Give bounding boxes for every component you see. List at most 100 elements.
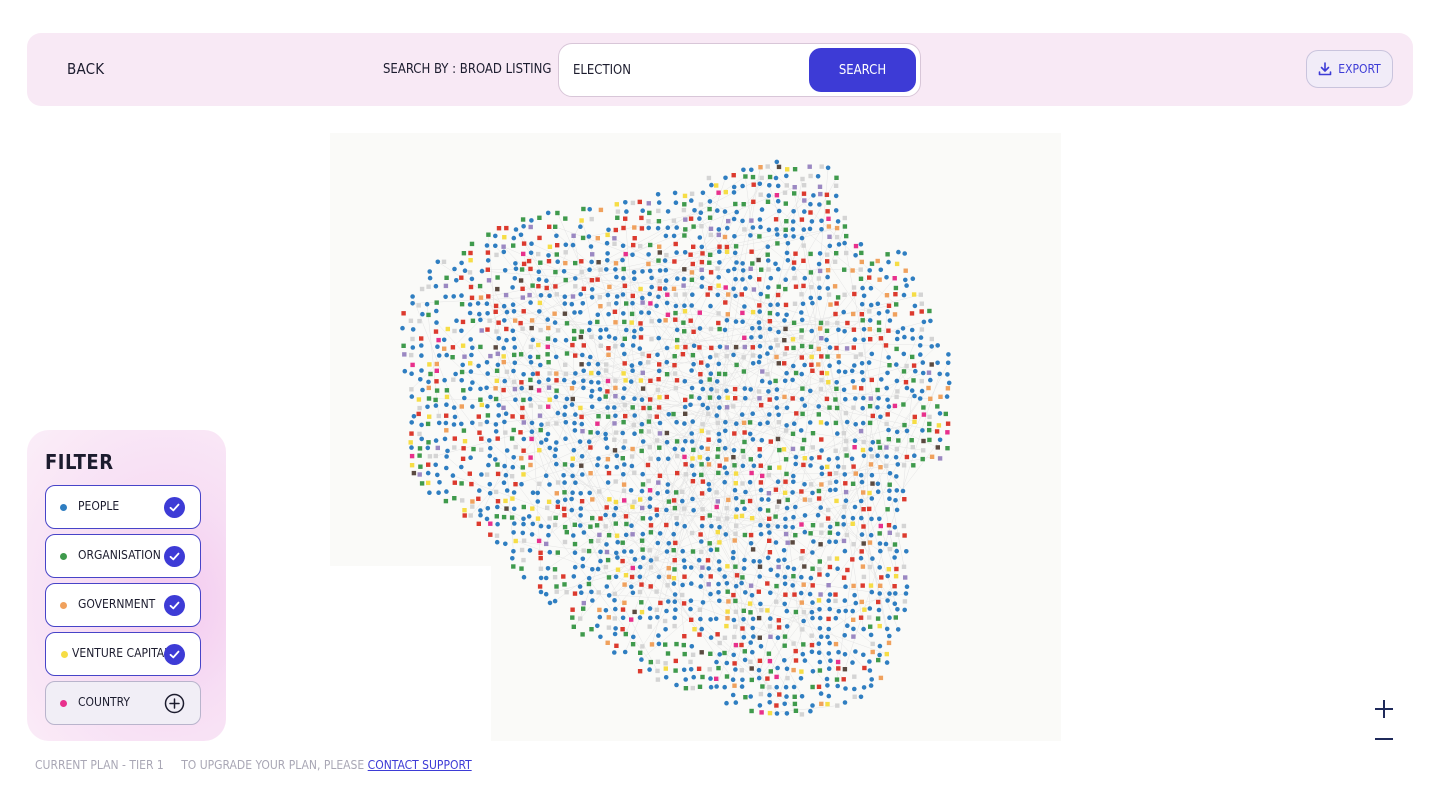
graph-node[interactable]: [801, 283, 806, 289]
graph-node[interactable]: [648, 565, 654, 570]
graph-node[interactable]: [827, 592, 833, 597]
graph-node[interactable]: [518, 430, 523, 435]
graph-node[interactable]: [630, 642, 636, 647]
back-button[interactable]: BACK: [67, 60, 104, 78]
graph-node[interactable]: [485, 267, 490, 272]
graph-node[interactable]: [520, 286, 525, 291]
graph-node[interactable]: [630, 200, 636, 206]
graph-node[interactable]: [674, 378, 680, 383]
graph-node[interactable]: [859, 549, 864, 554]
graph-node[interactable]: [673, 200, 679, 205]
graph-node[interactable]: [416, 303, 421, 308]
graph-node[interactable]: [623, 413, 628, 419]
graph-node[interactable]: [452, 496, 457, 501]
graph-node[interactable]: [420, 311, 425, 317]
graph-node[interactable]: [851, 634, 856, 639]
graph-node[interactable]: [545, 505, 550, 510]
graph-node[interactable]: [510, 464, 516, 470]
graph-node[interactable]: [875, 387, 880, 393]
graph-node[interactable]: [757, 574, 762, 579]
graph-node[interactable]: [893, 292, 898, 297]
graph-node[interactable]: [604, 464, 610, 470]
graph-node[interactable]: [620, 607, 626, 612]
graph-node[interactable]: [750, 353, 756, 358]
graph-node[interactable]: [901, 402, 906, 407]
graph-node[interactable]: [614, 643, 619, 648]
graph-node[interactable]: [876, 320, 882, 325]
graph-node[interactable]: [731, 592, 736, 598]
graph-node[interactable]: [503, 498, 508, 504]
graph-node[interactable]: [621, 311, 626, 316]
graph-node[interactable]: [900, 326, 906, 331]
graph-node[interactable]: [725, 589, 730, 594]
graph-node[interactable]: [664, 394, 669, 400]
graph-node[interactable]: [408, 318, 414, 323]
graph-node[interactable]: [740, 268, 746, 273]
graph-node[interactable]: [648, 659, 653, 665]
graph-node[interactable]: [852, 445, 857, 450]
graph-node[interactable]: [835, 531, 841, 537]
graph-node[interactable]: [606, 334, 612, 339]
graph-node[interactable]: [793, 284, 799, 289]
graph-node[interactable]: [443, 283, 449, 289]
graph-node[interactable]: [800, 651, 806, 657]
graph-node[interactable]: [589, 394, 594, 399]
graph-node[interactable]: [826, 224, 832, 229]
graph-node[interactable]: [767, 658, 773, 664]
graph-node[interactable]: [841, 538, 847, 544]
graph-node[interactable]: [519, 481, 524, 487]
graph-node[interactable]: [709, 387, 714, 392]
graph-node[interactable]: [657, 420, 663, 426]
graph-node[interactable]: [679, 489, 685, 494]
graph-node[interactable]: [521, 448, 526, 453]
graph-node[interactable]: [893, 285, 899, 291]
graph-node[interactable]: [714, 659, 719, 665]
graph-node[interactable]: [580, 472, 585, 477]
graph-node[interactable]: [699, 650, 704, 655]
graph-node[interactable]: [756, 257, 761, 263]
graph-node[interactable]: [853, 422, 858, 427]
graph-node[interactable]: [730, 692, 736, 698]
graph-node[interactable]: [748, 640, 753, 645]
graph-node[interactable]: [511, 506, 517, 512]
graph-node[interactable]: [470, 499, 475, 504]
graph-node[interactable]: [894, 302, 899, 307]
graph-node[interactable]: [623, 251, 628, 257]
graph-node[interactable]: [428, 371, 433, 377]
graph-node[interactable]: [688, 667, 694, 672]
graph-node[interactable]: [750, 345, 755, 350]
graph-node[interactable]: [723, 285, 728, 290]
graph-node[interactable]: [698, 372, 703, 377]
graph-node[interactable]: [639, 582, 644, 587]
graph-node[interactable]: [827, 530, 833, 535]
graph-node[interactable]: [758, 601, 763, 607]
graph-node[interactable]: [666, 574, 672, 580]
graph-node[interactable]: [817, 559, 822, 564]
graph-node[interactable]: [852, 385, 857, 390]
graph-node[interactable]: [468, 250, 473, 256]
graph-node[interactable]: [682, 404, 688, 410]
graph-node[interactable]: [461, 446, 466, 451]
graph-node[interactable]: [521, 224, 526, 229]
graph-node[interactable]: [588, 539, 594, 544]
graph-node[interactable]: [572, 541, 578, 547]
graph-node[interactable]: [844, 233, 849, 239]
graph-node[interactable]: [513, 266, 519, 272]
graph-node[interactable]: [638, 335, 644, 340]
graph-node[interactable]: [493, 309, 498, 314]
graph-node[interactable]: [799, 317, 805, 323]
graph-node[interactable]: [802, 658, 808, 663]
graph-node[interactable]: [732, 250, 738, 256]
graph-node[interactable]: [596, 414, 601, 419]
graph-node[interactable]: [444, 465, 449, 471]
graph-node[interactable]: [647, 488, 653, 493]
graph-node[interactable]: [853, 471, 858, 476]
graph-node[interactable]: [750, 309, 756, 315]
graph-node[interactable]: [674, 327, 680, 333]
graph-node[interactable]: [749, 516, 755, 521]
graph-node[interactable]: [519, 547, 525, 553]
graph-node[interactable]: [903, 575, 908, 580]
graph-node[interactable]: [554, 388, 559, 393]
graph-node[interactable]: [657, 445, 662, 450]
graph-node[interactable]: [689, 277, 695, 282]
